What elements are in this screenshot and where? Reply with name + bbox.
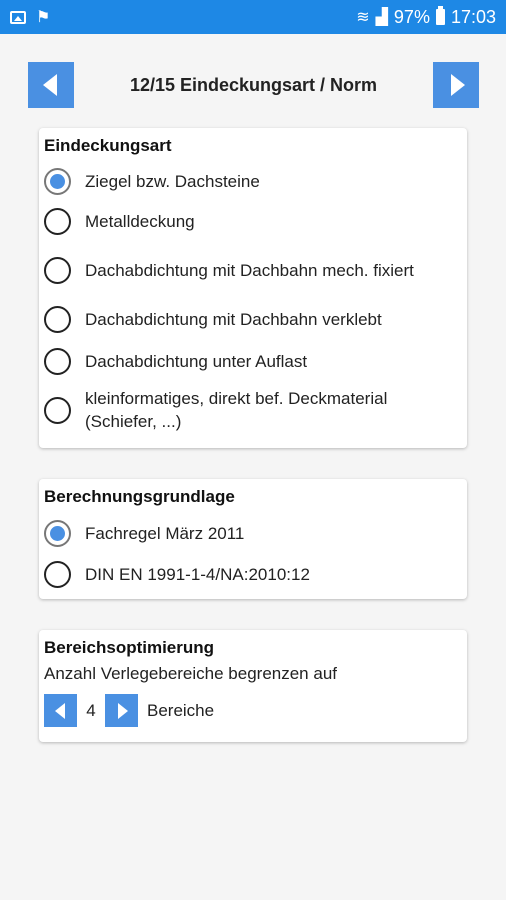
radio-label: Fachregel März 2011: [85, 523, 245, 543]
quantity-stepper: 4 Bereiche: [44, 694, 462, 727]
previous-button[interactable]: [28, 62, 74, 108]
radio-label: Dachabdichtung mit Dachbahn verklebt: [85, 309, 382, 329]
radio-option-verklebt[interactable]: Dachabdichtung mit Dachbahn verklebt: [44, 298, 462, 340]
radio-checked-icon[interactable]: [44, 519, 71, 547]
arrow-left-icon: [54, 702, 65, 719]
radio-label: Metalldeckung: [85, 211, 195, 231]
clock: 17:03: [450, 6, 496, 27]
unit-label: Bereiche: [147, 700, 215, 720]
radio-unchecked-icon[interactable]: [44, 207, 71, 235]
radio-label: Dachabdichtung mit Dachbahn mech. fixier…: [85, 260, 414, 280]
battery-icon: [435, 6, 445, 25]
signal-icon: ▟: [375, 9, 388, 26]
increment-button[interactable]: [105, 694, 138, 727]
radio-option-auflast[interactable]: Dachabdichtung unter Auflast: [44, 340, 462, 382]
berechnungsgrundlage-card: Berechnungsgrundlage Fachregel März 2011…: [39, 479, 467, 599]
radio-unchecked-icon[interactable]: [44, 305, 71, 333]
radio-option-ziegel[interactable]: Ziegel bzw. Dachsteine: [44, 162, 462, 200]
next-button[interactable]: [433, 62, 479, 108]
wifi-icon: ≋: [356, 9, 370, 26]
radio-unchecked-icon[interactable]: [44, 396, 71, 424]
radio-label: Dachabdichtung unter Auflast: [85, 351, 308, 371]
radio-unchecked-icon[interactable]: [44, 560, 71, 588]
radio-label: kleinformatiges, direkt bef. Deckmateria…: [85, 389, 388, 431]
flag-icon: ⚑: [36, 9, 51, 26]
stepper-value: 4: [86, 700, 96, 720]
image-icon: [10, 10, 26, 24]
radio-label: DIN EN 1991-1-4/NA:2010:12: [85, 564, 310, 584]
arrow-right-icon: [117, 702, 128, 719]
radio-unchecked-icon[interactable]: [44, 347, 71, 375]
section-title: Berechnungsgrundlage: [44, 487, 235, 506]
radio-label: Ziegel bzw. Dachsteine: [85, 171, 260, 191]
bereichsoptimierung-card: Bereichsoptimierung Anzahl Verlegebereic…: [39, 630, 467, 742]
radio-option-fachregel[interactable]: Fachregel März 2011: [44, 513, 462, 553]
arrow-left-icon: [42, 74, 57, 96]
battery-percentage: 97%: [393, 6, 430, 27]
radio-option-metalldeckung[interactable]: Metalldeckung: [44, 200, 462, 242]
description-text: Anzahl Verlegebereiche begrenzen auf: [44, 664, 337, 683]
page-header: 12/15 Eindeckungsart / Norm: [28, 62, 479, 108]
radio-option-din-en[interactable]: DIN EN 1991-1-4/NA:2010:12: [44, 553, 462, 595]
decrement-button[interactable]: [44, 694, 77, 727]
status-bar: ⚑ ≋ ▟ 97% 17:03: [0, 0, 506, 34]
eindeckungsart-card: Eindeckungsart Ziegel bzw. Dachsteine Me…: [39, 128, 467, 448]
arrow-right-icon: [450, 74, 465, 96]
section-title: Eindeckungsart: [44, 136, 172, 155]
page-title: 12/15 Eindeckungsart / Norm: [129, 74, 378, 95]
radio-unchecked-icon[interactable]: [44, 256, 71, 284]
radio-checked-icon[interactable]: [44, 167, 71, 195]
radio-option-schiefer[interactable]: kleinformatiges, direkt bef. Deckmateria…: [44, 382, 462, 438]
section-title: Bereichsoptimierung: [44, 638, 215, 657]
radio-option-mech-fixiert[interactable]: Dachabdichtung mit Dachbahn mech. fixier…: [44, 242, 462, 298]
